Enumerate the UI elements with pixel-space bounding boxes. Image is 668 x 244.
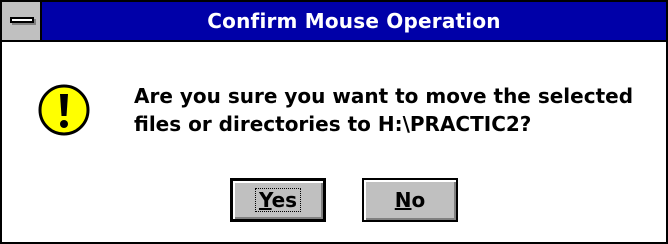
message-line-1: Are you sure you want to move the select…	[134, 84, 634, 108]
no-mnemonic: N	[394, 188, 412, 212]
title-bar: Confirm Mouse Operation	[2, 2, 666, 42]
yes-button[interactable]: Yes	[230, 178, 326, 222]
no-button[interactable]: No	[362, 178, 458, 222]
window-title: Confirm Mouse Operation	[207, 9, 501, 33]
warning-exclamation-icon	[38, 84, 90, 136]
no-label-rest: o	[411, 188, 426, 212]
yes-mnemonic: Y	[258, 188, 272, 212]
system-menu-button[interactable]	[2, 2, 42, 40]
system-menu-icon	[10, 17, 34, 23]
yes-label-rest: es	[271, 188, 298, 212]
yes-button-focus: Yes	[254, 188, 302, 212]
confirm-mouse-operation-dialog: Confirm Mouse Operation Are you sure you…	[0, 0, 668, 244]
message-line-2: files or directories to H:\PRACTIC2?	[134, 112, 532, 136]
confirmation-message: Are you sure you want to move the select…	[134, 82, 644, 138]
